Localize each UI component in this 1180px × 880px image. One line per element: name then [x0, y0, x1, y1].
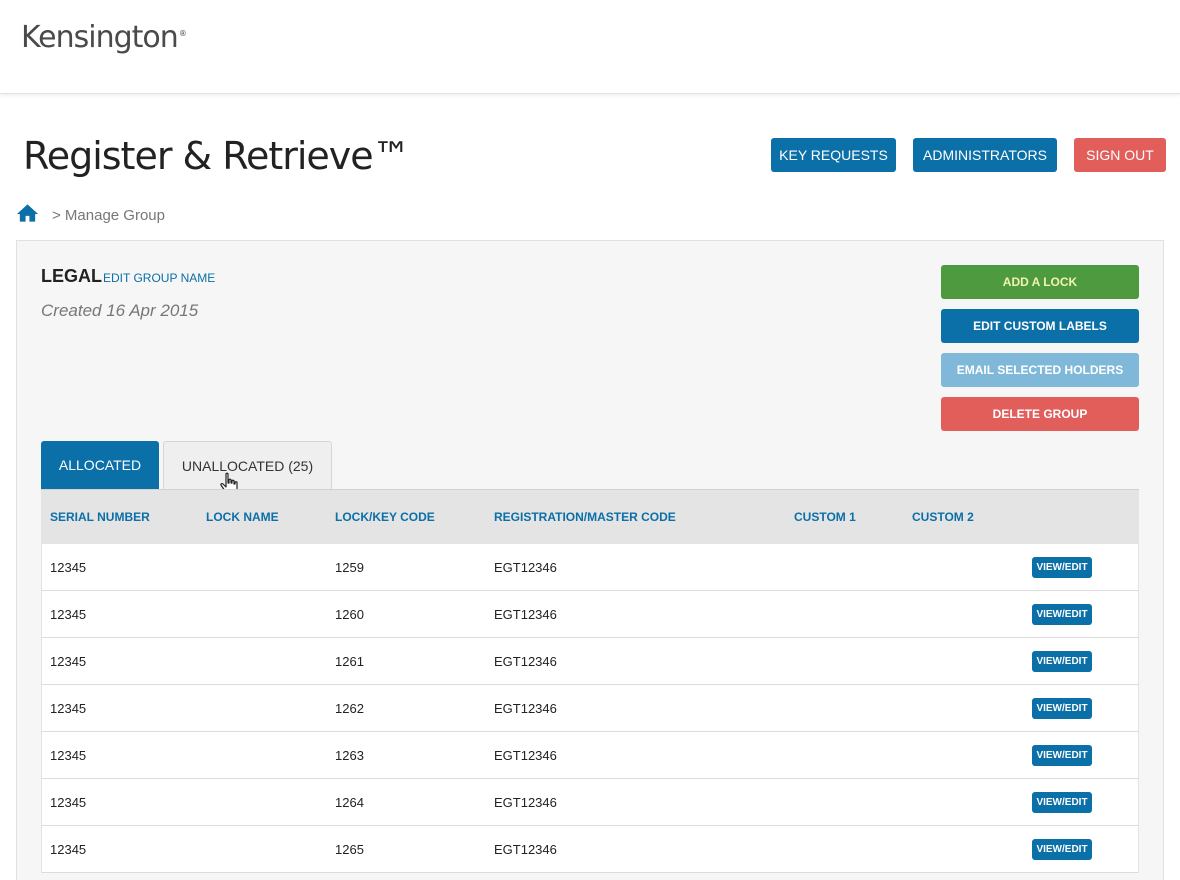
delete-group-button[interactable]: DELETE GROUP: [941, 397, 1139, 431]
lock-key-code-cell: 1263: [335, 748, 364, 763]
column-header[interactable]: CUSTOM 1: [794, 510, 856, 524]
serial-number-cell: 12345: [50, 701, 87, 716]
administrators-button[interactable]: ADMINISTRATORS: [913, 138, 1057, 172]
view-edit-button[interactable]: VIEW/EDIT: [1032, 745, 1092, 766]
serial-number-cell: 12345: [50, 748, 87, 763]
table-row: 12345 1264 EGT12346 VIEW/EDIT: [41, 779, 1139, 826]
add-lock-button[interactable]: ADD A LOCK: [941, 265, 1139, 299]
breadcrumb: > Manage Group: [52, 207, 165, 224]
registration-code-cell: EGT12346: [494, 842, 557, 857]
serial-number-cell: 12345: [50, 560, 87, 575]
column-header[interactable]: LOCK NAME: [206, 510, 279, 524]
column-header[interactable]: LOCK/KEY CODE: [335, 510, 435, 524]
kensington-logo[interactable]: Kensington®: [21, 20, 187, 55]
view-edit-button[interactable]: VIEW/EDIT: [1032, 839, 1092, 860]
edit-group-name-link[interactable]: EDIT GROUP NAME: [103, 271, 215, 285]
column-header[interactable]: CUSTOM 2: [912, 510, 974, 524]
column-header[interactable]: SERIAL NUMBER: [50, 510, 150, 524]
tab-allocated[interactable]: ALLOCATED: [41, 441, 159, 489]
serial-number-cell: 12345: [50, 795, 87, 810]
sign-out-button[interactable]: SIGN OUT: [1074, 138, 1166, 172]
home-icon[interactable]: [16, 203, 39, 223]
registration-code-cell: EGT12346: [494, 748, 557, 763]
view-edit-button[interactable]: VIEW/EDIT: [1032, 792, 1092, 813]
view-edit-button[interactable]: VIEW/EDIT: [1032, 698, 1092, 719]
view-edit-button[interactable]: VIEW/EDIT: [1032, 557, 1092, 578]
serial-number-cell: 12345: [50, 842, 87, 857]
lock-key-code-cell: 1265: [335, 842, 364, 857]
key-requests-button[interactable]: KEY REQUESTS: [771, 138, 896, 172]
serial-number-cell: 12345: [50, 654, 87, 669]
registration-code-cell: EGT12346: [494, 560, 557, 575]
lock-key-code-cell: 1260: [335, 607, 364, 622]
page-title: Register & Retrieve™: [23, 134, 411, 178]
table-row: 12345 1260 EGT12346 VIEW/EDIT: [41, 591, 1139, 638]
lock-key-code-cell: 1261: [335, 654, 364, 669]
lock-key-code-cell: 1259: [335, 560, 364, 575]
edit-custom-labels-button[interactable]: EDIT CUSTOM LABELS: [941, 309, 1139, 343]
lock-key-code-cell: 1262: [335, 701, 364, 716]
created-date: Created 16 Apr 2015: [41, 301, 199, 320]
registered-mark: ®: [178, 29, 187, 38]
tab-unallocated[interactable]: UNALLOCATED (25): [163, 441, 332, 489]
top-header: Kensington®: [0, 0, 1180, 94]
registration-code-cell: EGT12346: [494, 654, 557, 669]
table-row: 12345 1261 EGT12346 VIEW/EDIT: [41, 638, 1139, 685]
group-name: LEGAL: [41, 266, 102, 286]
email-selected-holders-button[interactable]: EMAIL SELECTED HOLDERS: [941, 353, 1139, 387]
view-edit-button[interactable]: VIEW/EDIT: [1032, 651, 1092, 672]
table-row: 12345 1262 EGT12346 VIEW/EDIT: [41, 685, 1139, 732]
registration-code-cell: EGT12346: [494, 795, 557, 810]
registration-code-cell: EGT12346: [494, 701, 557, 716]
table-row: 12345 1263 EGT12346 VIEW/EDIT: [41, 732, 1139, 779]
table-row: 12345 1265 EGT12346 VIEW/EDIT: [41, 826, 1139, 873]
logo-text: Kensington: [21, 20, 179, 55]
table-header: SERIAL NUMBER LOCK NAME LOCK/KEY CODE RE…: [41, 489, 1139, 544]
lock-key-code-cell: 1264: [335, 795, 364, 810]
table-row: 12345 1259 EGT12346 VIEW/EDIT: [41, 544, 1139, 591]
registration-code-cell: EGT12346: [494, 607, 557, 622]
column-header[interactable]: REGISTRATION/MASTER CODE: [494, 510, 676, 524]
view-edit-button[interactable]: VIEW/EDIT: [1032, 604, 1092, 625]
serial-number-cell: 12345: [50, 607, 87, 622]
